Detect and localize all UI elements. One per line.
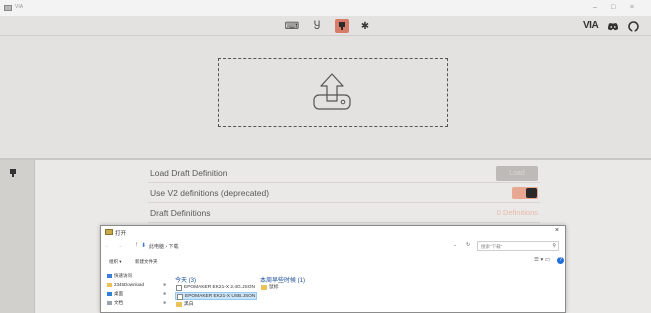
refresh-icon[interactable]: ↻ [466,242,470,248]
nav-item-quick-access[interactable]: 快速访问 [107,273,132,279]
nav-item-2345download[interactable]: 2345Download [107,282,144,287]
address-path[interactable]: 此电脑 › 下载 [149,243,178,250]
help-icon[interactable]: ? [557,257,564,264]
top-toolbar: ⌨ Ⴘ ✱ VIA [0,16,651,36]
load-draft-label: Load Draft Definition [150,168,228,178]
organize-menu[interactable]: 组织 ▾ [109,259,122,265]
file-item-selected[interactable]: EPOMAKER EK21-X USB.JSON [175,292,257,300]
file-list: 今天 (3) 本周早些时候 (1) EPOMAKER EK21-X 2.4G.J… [175,272,565,312]
design-glyph [339,22,345,30]
documents-icon [107,300,112,305]
nav-item-label: 文档 [114,300,123,305]
folder-name: 鼠标 [269,285,279,290]
maximize-button[interactable]: □ [611,3,615,12]
panel-sidebar [0,160,35,313]
nav-item-label: 桌面 [114,291,123,296]
v2-definitions-row: Use V2 definitions (deprecated) [148,183,540,203]
sidebar-design-icon[interactable] [8,168,20,180]
close-button[interactable]: × [630,3,634,12]
navigation-pane: 快速访问 2345Download ✱ 桌面 ✱ 文档 ✱ [101,270,173,312]
discord-icon[interactable] [606,19,620,33]
json-file-icon [177,294,183,300]
nav-item-documents[interactable]: 文档 [107,300,123,306]
toggle-knob [526,188,537,198]
json-file-icon [176,285,182,291]
pin-icon: ✱ [163,282,167,287]
star-icon [107,273,112,278]
upload-icon [313,73,351,110]
minimize-button[interactable]: – [593,3,597,12]
github-icon[interactable] [626,19,640,33]
key-tester-icon[interactable]: Ⴘ [310,19,324,33]
file-name: EPOMAKER EK21-X 2.4G.JSON [184,285,255,290]
app-icon [4,5,12,11]
keyboard-icon[interactable]: ⌨ [285,19,299,33]
dialog-toolbar: 组织 ▾ 新建文件夹 ☰ ▾ ▭ ? [101,256,565,266]
file-item[interactable]: EPOMAKER EK21-X 2.4G.JSON [175,284,257,292]
view-options-icon[interactable]: ☰ ▾ ▭ [534,257,550,263]
github-glyph [627,20,639,32]
up-arrow-icon[interactable]: ↑ [135,242,138,248]
file-name: EPOMAKER EK21-X USB.JSON [185,294,256,299]
new-folder-button[interactable]: 新建文件夹 [135,259,158,265]
downloads-folder-icon: ⬇ [141,243,147,249]
dialog-close-button[interactable]: × [555,227,559,234]
nav-item-desktop[interactable]: 桌面 [107,291,123,297]
pin-icon: ✱ [163,300,167,305]
v2-definitions-label: Use V2 definitions (deprecated) [150,188,270,198]
search-icon: ⚲ [552,243,556,249]
settings-icon[interactable]: ✱ [358,19,372,33]
dialog-title-bar: 打开 × [101,226,565,238]
folder-icon [261,285,267,290]
window-title: VIA [15,4,24,10]
file-open-dialog: 打开 × ← → ↑ ⬇ 此电脑 › 下载 ⌄ ↻ 搜索"下载" ⚲ 组织 ▾ … [100,225,566,313]
group-header-today[interactable]: 今天 (3) [175,275,196,284]
search-placeholder: 搜索"下载" [481,244,503,249]
keyboard-preview-area [0,37,651,158]
definition-dropzone[interactable] [218,58,448,127]
load-draft-row: Load Draft Definition Load [148,163,540,183]
dialog-title: 打开 [115,231,127,237]
address-dropdown-icon[interactable]: ⌄ [453,242,457,248]
design-icon[interactable] [335,19,349,33]
folder-name: 黑白 [184,302,194,307]
nav-item-label: 2345Download [114,282,145,287]
dialog-address-bar: ← → ↑ ⬇ 此电脑 › 下载 ⌄ ↻ 搜索"下载" ⚲ [101,240,565,253]
title-bar: VIA – □ × [0,0,651,16]
nav-item-label: 快速访问 [114,273,132,278]
sidebar-design-glyph [10,169,16,177]
folder-icon [107,282,112,287]
pin-icon: ✱ [163,291,167,296]
draft-definitions-label: Draft Definitions [150,208,211,218]
search-input[interactable]: 搜索"下载" ⚲ [477,241,559,251]
group-header-earlier[interactable]: 本周早些时候 (1) [260,275,305,284]
via-logo: VIA [583,20,599,31]
dialog-app-icon [105,229,113,235]
draft-definitions-row: Draft Definitions 0 Definitions [148,203,540,223]
back-forward-icon[interactable]: ← → [105,243,125,249]
folder-item[interactable]: 鼠标 [260,284,320,292]
load-draft-button[interactable]: Load [496,166,538,181]
folder-icon [176,302,182,307]
v2-definitions-toggle[interactable] [512,187,538,199]
desktop-icon [107,291,112,296]
discord-glyph [608,22,618,30]
draft-definitions-count: 0 Definitions [496,208,538,217]
folder-item[interactable]: 黑白 [175,301,257,309]
